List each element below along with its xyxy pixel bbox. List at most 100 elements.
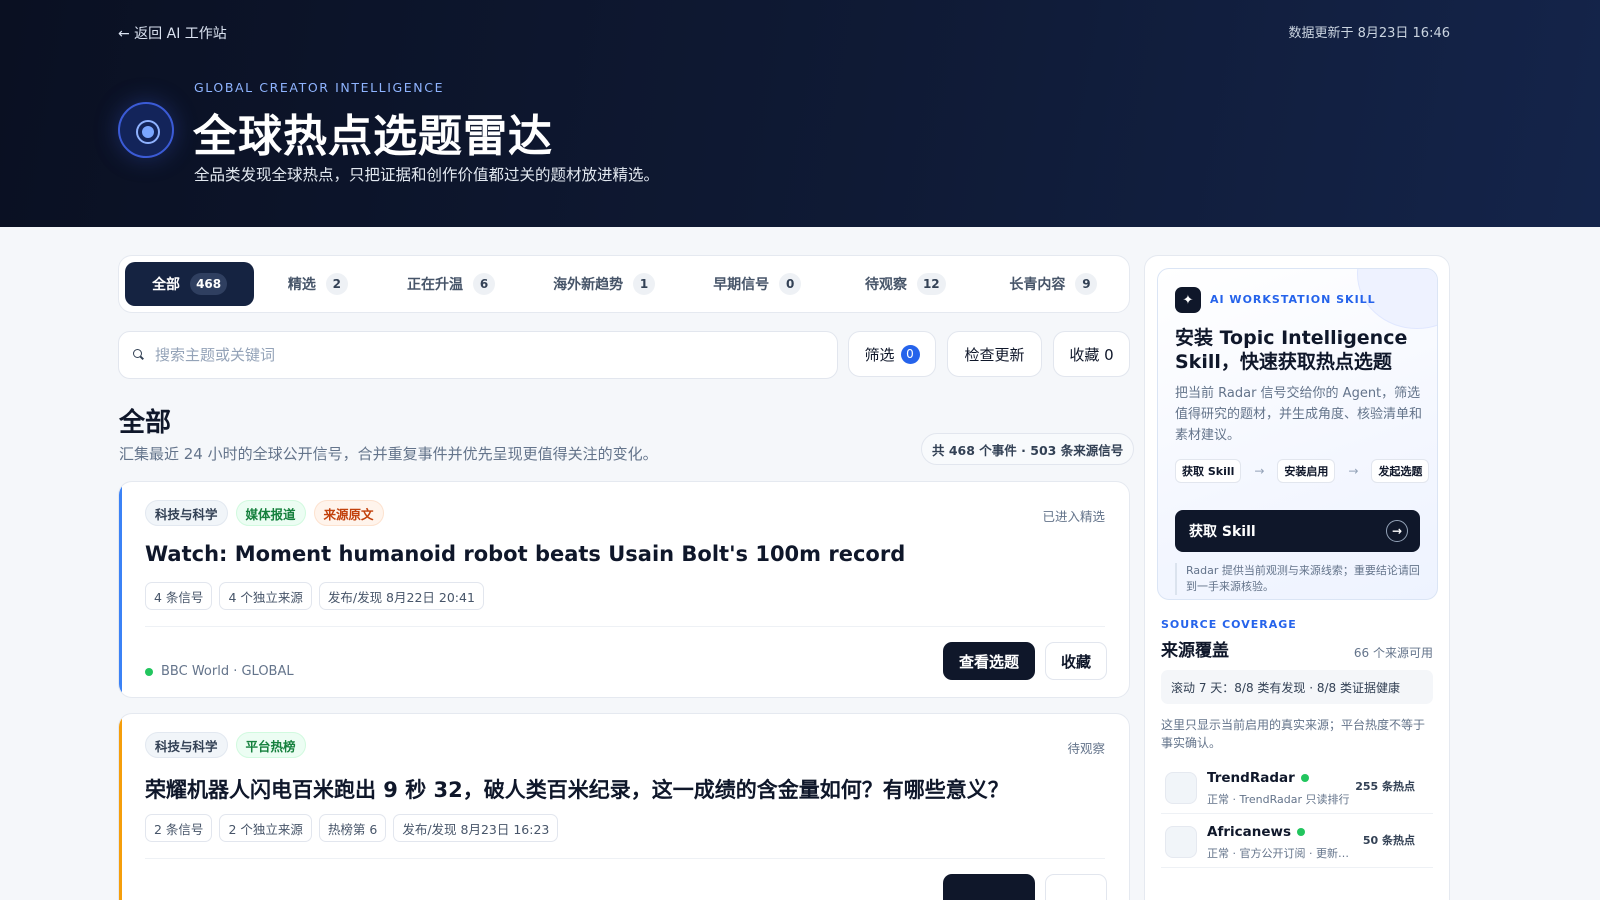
favorites-label: 收藏 0 xyxy=(1069,345,1114,364)
card-meta: 2 条信号 2 个独立来源 热榜第 6 发布/发现 8月23日 16:23 xyxy=(145,814,559,842)
source-name: TrendRadar xyxy=(1207,770,1309,786)
source-name: Africanews xyxy=(1207,824,1305,840)
card-source: BBC World · GLOBAL xyxy=(145,664,294,679)
search-input[interactable] xyxy=(155,346,795,364)
skill-eyebrow: AI WORKSTATION SKILL xyxy=(1210,293,1376,306)
card-status: 已进入精选 xyxy=(1042,509,1105,524)
tab-watchlist[interactable]: 待观察 12 xyxy=(831,262,980,306)
sidebar: ✦ AI WORKSTATION SKILL 安装 Topic Intellig… xyxy=(1144,255,1450,900)
tab-label: 早期信号 xyxy=(713,277,770,293)
tab-overseas-trends[interactable]: 海外新趋势 1 xyxy=(525,262,684,306)
source-hot-count: 50 条热点 xyxy=(1362,834,1415,847)
tab-rising[interactable]: 正在升温 6 xyxy=(381,262,520,306)
tab-all[interactable]: 全部 468 xyxy=(125,262,255,306)
source-hot-count: 255 条热点 xyxy=(1355,780,1415,793)
coverage-title: 来源覆盖 xyxy=(1161,641,1229,661)
skill-title: 安装 Topic Intelligence Skill，快速获取热点选题 xyxy=(1175,327,1408,373)
tab-label: 正在升温 xyxy=(407,277,464,293)
arrow-right-icon: → xyxy=(1386,520,1408,542)
status-dot-icon xyxy=(1297,828,1305,836)
step-install: 安装启用 xyxy=(1277,459,1336,483)
check-updates-label: 检查更新 xyxy=(964,345,1025,364)
source-count-chip: 4 个独立来源 xyxy=(219,582,312,610)
source-label: BBC World · GLOBAL xyxy=(161,664,294,679)
hot-rank-chip: 热榜第 6 xyxy=(318,814,387,842)
header-eyebrow: GLOBAL CREATOR INTELLIGENCE xyxy=(194,80,445,95)
card-divider xyxy=(145,626,1105,627)
tab-count: 1 xyxy=(633,273,656,295)
signal-count-chip: 4 条信号 xyxy=(145,582,213,610)
published-time-chip: 发布/发现 8月23日 16:23 xyxy=(393,814,559,842)
step-get-skill: 获取 Skill xyxy=(1175,459,1242,483)
page-header: ← 返回 AI 工作站 数据更新于 8月23日 16:46 GLOBAL CRE… xyxy=(0,0,1600,227)
tab-label: 海外新趋势 xyxy=(553,277,624,293)
card-meta: 4 条信号 4 个独立来源 发布/发现 8月22日 20:41 xyxy=(145,582,484,610)
view-topic-button[interactable]: 查看选题 xyxy=(943,642,1035,680)
card-tags: 科技与科学 媒体报道 来源原文 xyxy=(145,500,384,526)
filter-button[interactable]: 筛选 0 xyxy=(848,331,936,377)
rolling-coverage-summary: 滚动 7 天：8/8 类有发现 · 8/8 类证据健康 xyxy=(1161,670,1433,704)
view-topic-button[interactable] xyxy=(943,874,1035,900)
tab-count: 6 xyxy=(473,273,496,295)
category-tag: 科技与科学 xyxy=(145,732,228,758)
card-title[interactable]: 荣耀机器人闪电百米跑出 9 秒 32，破人类百米纪录，这一成绩的含金量如何？有哪… xyxy=(145,774,1009,804)
tab-evergreen[interactable]: 长青内容 9 xyxy=(984,262,1123,306)
coverage-eyebrow: SOURCE COVERAGE xyxy=(1161,618,1297,631)
source-avatar xyxy=(1165,826,1197,858)
tab-count: 468 xyxy=(190,273,228,295)
tab-label: 全部 xyxy=(152,277,181,293)
favorites-button[interactable]: 收藏 0 xyxy=(1053,331,1130,377)
topic-card: 科技与科学 平台热榜 待观察 荣耀机器人闪电百米跑出 9 秒 32，破人类百米纪… xyxy=(118,713,1130,900)
sources-available: 66 个来源可用 xyxy=(1353,646,1433,660)
tab-count: 2 xyxy=(325,273,348,295)
signal-type-tag: 媒体报道 xyxy=(235,500,306,526)
tab-early-signals[interactable]: 早期信号 0 xyxy=(688,262,827,306)
page-subtitle: 全品类发现全球热点，只把证据和创作价值都过关的题材放进精选。 xyxy=(194,166,660,184)
source-list-item[interactable]: Africanews 正常 · 官方公开订阅 · 更新于 8月23日 50 条热… xyxy=(1161,818,1433,868)
save-button[interactable] xyxy=(1045,874,1107,900)
save-button[interactable]: 收藏 xyxy=(1045,642,1107,680)
source-name-text: Africanews xyxy=(1207,824,1291,840)
status-dot-icon xyxy=(145,667,153,676)
card-accent-bar xyxy=(119,482,122,697)
topic-card: 科技与科学 媒体报道 来源原文 已进入精选 Watch: Moment huma… xyxy=(118,481,1130,698)
category-tag: 科技与科学 xyxy=(145,500,228,526)
tab-featured[interactable]: 精选 2 xyxy=(258,262,377,306)
arrow-right-icon: → xyxy=(1254,464,1265,478)
tab-label: 待观察 xyxy=(864,277,907,293)
check-updates-button[interactable]: 检查更新 xyxy=(947,331,1042,377)
source-count-chip: 2 个独立来源 xyxy=(219,814,312,842)
source-name-text: TrendRadar xyxy=(1207,770,1295,786)
search-icon xyxy=(133,349,145,361)
tab-count: 9 xyxy=(1075,273,1098,295)
tab-count: 0 xyxy=(779,273,802,295)
skill-steps: 获取 Skill → 安装启用 → 发起选题 xyxy=(1175,459,1430,483)
back-link[interactable]: ← 返回 AI 工作站 xyxy=(118,23,227,43)
card-tags: 科技与科学 平台热榜 xyxy=(145,732,306,758)
card-status: 待观察 xyxy=(1067,741,1105,756)
get-skill-label: 获取 Skill xyxy=(1189,524,1256,540)
get-skill-button[interactable]: 获取 Skill → xyxy=(1175,510,1420,552)
section-description: 汇集最近 24 小时的全球公开信号，合并重复事件并优先呈现更值得关注的变化。 xyxy=(119,445,658,463)
filter-count-badge: 0 xyxy=(900,344,920,364)
filter-label: 筛选 xyxy=(864,345,895,364)
tab-label: 长青内容 xyxy=(1009,277,1066,293)
source-list-item[interactable]: TrendRadar 正常 · TrendRadar 只读排行 255 条热点 xyxy=(1161,764,1433,814)
category-tabs: 全部 468 精选 2 正在升温 6 海外新趋势 1 早期信号 0 待观察 12… xyxy=(118,255,1130,313)
arrow-right-icon: → xyxy=(1348,464,1359,478)
skill-description: 把当前 Radar 信号交给你的 Agent，筛选值得研究的题材，并生成角度、核… xyxy=(1175,386,1423,443)
data-updated-time: 数据更新于 8月23日 16:46 xyxy=(1288,26,1450,41)
signal-type-tag: 平台热榜 xyxy=(235,732,306,758)
search-bar xyxy=(118,331,838,379)
card-title[interactable]: Watch: Moment humanoid robot beats Usain… xyxy=(145,542,905,566)
card-divider xyxy=(145,858,1105,859)
source-type-tag: 来源原文 xyxy=(313,500,384,526)
status-dot-icon xyxy=(1300,774,1309,782)
tab-label: 精选 xyxy=(287,277,316,293)
skill-promo-card: ✦ AI WORKSTATION SKILL 安装 Topic Intellig… xyxy=(1157,268,1438,600)
signal-count-chip: 2 条信号 xyxy=(145,814,213,842)
page-title: 全球热点选题雷达 xyxy=(193,111,553,162)
radar-icon xyxy=(118,102,174,158)
skill-note: Radar 提供当前观测与来源线索；重要结论请回到一手来源核验。 xyxy=(1175,563,1423,595)
card-accent-bar xyxy=(119,714,122,900)
